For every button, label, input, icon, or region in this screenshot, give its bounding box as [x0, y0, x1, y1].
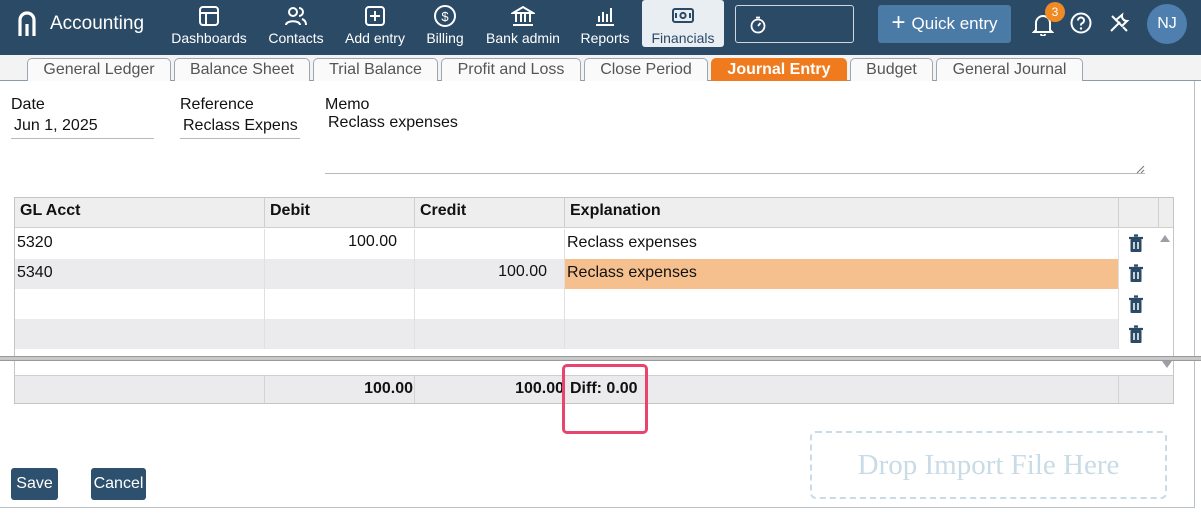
memo-textarea[interactable]: Reclass expenses	[325, 114, 1145, 174]
debit-cell[interactable]	[265, 259, 415, 289]
reference-field[interactable]: Reclass Expens	[180, 115, 300, 139]
totals-label-cell	[15, 376, 265, 403]
table-row[interactable]: 5340 100.00 Reclass expenses	[15, 259, 1119, 289]
tab-profit-and-loss[interactable]: Profit and Loss	[441, 58, 581, 81]
debit-total: 100.00	[265, 376, 415, 403]
debit-cell[interactable]	[265, 319, 415, 349]
tab-journal-entry[interactable]: Journal Entry	[711, 58, 847, 81]
tab-balance-sheet[interactable]: Balance Sheet	[174, 58, 310, 81]
help-icon[interactable]	[1070, 12, 1092, 34]
svg-text:$: $	[441, 9, 449, 24]
pane-splitter[interactable]	[0, 356, 1201, 361]
nav-reports[interactable]: Reports	[579, 0, 631, 48]
scroll-down-arrow-icon[interactable]	[1162, 361, 1172, 368]
notification-badge: 3	[1045, 2, 1065, 22]
credit-total: 100.00	[415, 376, 565, 403]
credit-cell[interactable]	[415, 229, 565, 259]
tab-trial-balance[interactable]: Trial Balance	[313, 58, 438, 81]
top-bar: Accounting Dashboards Contacts Add entry…	[0, 0, 1201, 55]
billing-icon: $	[434, 5, 456, 27]
add-entry-icon	[365, 6, 385, 26]
credit-cell[interactable]: 100.00	[415, 259, 565, 289]
app-title: Accounting	[50, 13, 145, 34]
quick-entry-button[interactable]: + Quick entry	[878, 5, 1011, 43]
totals-actions-cell	[1119, 376, 1173, 403]
nav-contacts[interactable]: Contacts	[265, 0, 327, 48]
nav-label: Reports	[580, 30, 630, 46]
nav-label: Add entry	[345, 30, 405, 46]
user-avatar[interactable]: NJ	[1147, 4, 1187, 44]
explanation-cell[interactable]	[565, 319, 1119, 349]
table-row[interactable]: 5320 100.00 Reclass expenses	[15, 229, 1119, 259]
nav-add-entry[interactable]: Add entry	[343, 0, 407, 48]
stopwatch-icon	[750, 16, 766, 34]
nav-label: Contacts	[268, 30, 324, 46]
column-header-credit[interactable]: Credit	[415, 198, 565, 228]
nav-billing[interactable]: $ Billing	[424, 0, 466, 48]
quick-entry-label: Quick entry	[911, 14, 998, 33]
explanation-cell[interactable]: Reclass expenses	[565, 259, 1119, 289]
nav-label: Dashboards	[171, 30, 247, 46]
credit-cell[interactable]	[415, 319, 565, 349]
nav-financials[interactable]: Financials	[642, 0, 724, 47]
tab-general-journal[interactable]: General Journal	[936, 58, 1083, 81]
cancel-button[interactable]: Cancel	[91, 468, 146, 500]
financials-icon	[672, 8, 694, 23]
gl-acct-cell[interactable]: 5320	[15, 229, 265, 259]
nav-bank-admin[interactable]: Bank admin	[484, 0, 562, 48]
diff-total: Diff: 0.00	[565, 376, 1119, 403]
timer-widget[interactable]	[735, 5, 854, 43]
date-field[interactable]: Jun 1, 2025	[11, 115, 154, 139]
gl-acct-cell[interactable]	[15, 319, 265, 349]
credit-cell[interactable]	[415, 289, 565, 319]
trash-icon[interactable]	[1128, 264, 1144, 283]
bank-icon	[511, 5, 535, 26]
table-row[interactable]	[15, 289, 1119, 319]
tab-budget[interactable]: Budget	[850, 58, 933, 81]
import-drop-zone[interactable]: Drop Import File Here	[810, 431, 1167, 499]
diff-highlight-callout	[562, 364, 648, 434]
column-header-gl-acct[interactable]: GL Acct	[15, 198, 265, 228]
debit-cell[interactable]: 100.00	[265, 229, 415, 259]
gl-acct-cell[interactable]	[15, 289, 265, 319]
contacts-icon	[285, 7, 307, 26]
nav-label: Financials	[651, 30, 715, 46]
app-logo-icon	[18, 11, 36, 36]
reports-icon	[596, 8, 614, 26]
memo-value: Reclass expenses	[328, 114, 458, 131]
nav-label: Bank admin	[486, 30, 560, 46]
nav-label: Billing	[426, 30, 464, 46]
scroll-up-arrow-icon[interactable]	[1160, 235, 1170, 242]
trash-icon[interactable]	[1128, 234, 1144, 253]
dashboard-icon	[199, 6, 219, 26]
column-header-actions	[1119, 198, 1159, 228]
tab-general-ledger[interactable]: General Ledger	[27, 58, 171, 81]
trash-icon[interactable]	[1128, 325, 1144, 344]
reference-label: Reference	[180, 96, 254, 113]
gl-acct-cell[interactable]: 5340	[15, 259, 265, 289]
tab-close-period[interactable]: Close Period	[584, 58, 708, 81]
tools-icon[interactable]	[1108, 12, 1130, 34]
save-button[interactable]: Save	[11, 468, 58, 500]
trash-icon[interactable]	[1128, 295, 1144, 314]
column-header-debit[interactable]: Debit	[265, 198, 415, 228]
grid-header: GL Acct Debit Credit Explanation	[15, 198, 1173, 228]
table-row[interactable]	[15, 319, 1119, 349]
nav-dashboards[interactable]: Dashboards	[170, 0, 248, 48]
brand[interactable]: Accounting	[16, 9, 144, 39]
resize-handle-icon[interactable]	[1136, 165, 1145, 174]
column-header-explanation[interactable]: Explanation	[565, 198, 1119, 228]
plus-icon: +	[891, 9, 906, 36]
explanation-cell[interactable]: Reclass expenses	[565, 229, 1119, 259]
date-label: Date	[11, 96, 45, 113]
memo-label: Memo	[325, 96, 370, 113]
debit-cell[interactable]	[265, 289, 415, 319]
explanation-cell[interactable]	[565, 289, 1119, 319]
